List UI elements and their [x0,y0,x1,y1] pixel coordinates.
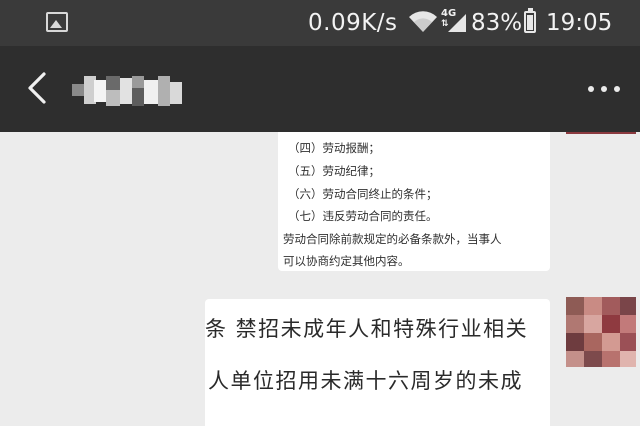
law-line: （四）劳动报酬； [288,141,380,155]
battery-percent: 83% [471,10,523,36]
chat-title-bar [0,46,640,132]
wifi-icon [409,11,437,33]
law-line: 可以协商约定其他内容。 [283,254,410,268]
article-text-clip: 条 禁招未成年人和特殊行业相关 人单位招用未满十六周岁的未成 [205,299,550,426]
battery-fill [527,15,533,30]
article-line: 条 禁招未成年人和特殊行业相关 [205,317,529,341]
avatar[interactable] [566,132,636,134]
status-time: 19:05 [546,10,613,36]
law-line: （七）违反劳动合同的责任。 [288,209,438,223]
chevron-left-icon[interactable] [20,70,56,106]
cropped-text-fragment [278,132,550,138]
avatar[interactable] [566,297,636,367]
chat-area[interactable]: （四）劳动报酬； （五）劳动纪律； （六）劳动合同终止的条件； （七）违反劳动合… [0,132,640,426]
network-speed: 0.09K/s [308,10,398,36]
law-line: 劳动合同除前款规定的必备条款外，当事人 [283,232,502,246]
signal-icon [448,14,466,32]
law-line: （五）劳动纪律； [288,164,380,178]
status-bar: 0.09K/s 4G ⇅ 83% 19:05 [0,0,640,46]
more-dots-icon[interactable] [584,82,624,98]
article-line: 人单位招用未满十六周岁的未成 [208,369,523,393]
battery-icon [524,8,536,33]
gallery-icon [46,12,68,32]
law-line: （六）劳动合同终止的条件； [288,187,438,201]
